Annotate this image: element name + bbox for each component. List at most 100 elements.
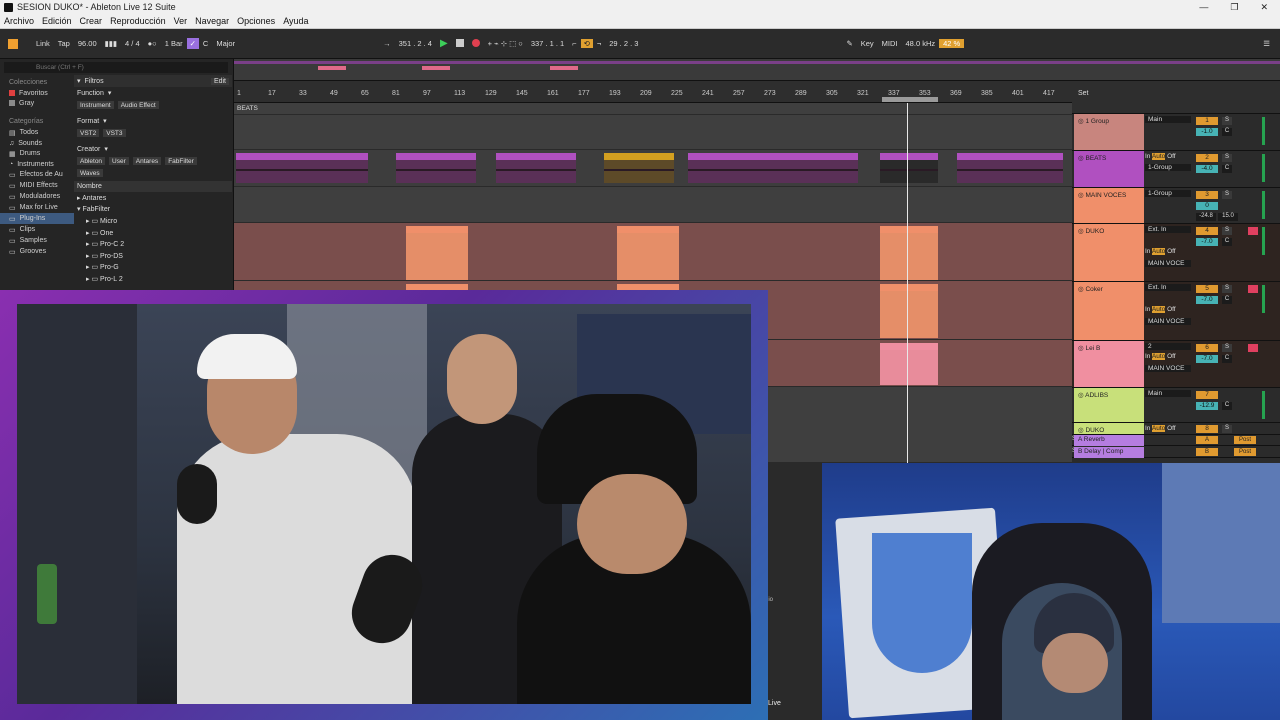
monitor-in[interactable]: In [1145,425,1150,432]
close-button[interactable]: ✕ [1260,2,1268,13]
list-item[interactable]: ▸ ▭ Pro-L 2 [74,273,232,285]
volume-field[interactable]: -4.0 [1196,165,1218,173]
category-plug-ins[interactable]: ▭ Plug-Ins [0,213,74,224]
track-strip[interactable]: ◎ ADLIBS Main 7 -12.9 C [1072,388,1280,423]
solo-button[interactable]: S [1222,154,1232,162]
tempo-field[interactable]: 96.00 [74,39,101,48]
monitor-controls[interactable]: In Auto Off [1145,306,1176,313]
routing-select[interactable]: 1-Group [1145,190,1191,197]
track-name[interactable]: ◎ Coker [1074,282,1144,340]
audio-clip[interactable]: DUKO 2 [617,226,679,280]
menu-edicion[interactable]: Edición [38,16,76,26]
tag-vst3[interactable]: VST3 [103,129,126,137]
creator-filter[interactable]: Creator [77,146,100,153]
volume-field[interactable]: -7.0 [1196,355,1218,363]
metronome-icon[interactable]: ▮▮▮ [101,39,121,48]
monitor-in[interactable]: In [1145,353,1150,360]
audio-clip[interactable]: 4- BOOMBAP is the s [604,153,674,183]
scale-mode-icon[interactable]: ✓ [186,38,199,49]
track-activator[interactable]: 8 [1196,425,1218,433]
set-button[interactable]: Set [1078,90,1089,97]
solo-button[interactable]: S [1222,117,1232,125]
punch-in-icon[interactable]: ⌐ [568,39,580,48]
list-item[interactable]: ▸ ▭ Pro-C 2 [74,238,232,250]
monitor-controls[interactable]: In Auto Off [1145,353,1176,360]
input-select[interactable]: 2 [1145,343,1191,350]
output-select[interactable]: MAIN VOCE [1145,260,1191,267]
category-samples[interactable]: ▭ Samples [0,235,74,246]
monitor-controls[interactable]: In Auto Off [1145,425,1176,432]
category-audio-effects[interactable]: ▭ Efectos de Au [0,169,74,180]
monitor-in[interactable]: In [1145,153,1150,160]
category-instruments[interactable]: ◔ Instruments [0,159,74,169]
list-item[interactable]: ▸ Antares [74,192,232,204]
return-track[interactable]: B Delay | Comp B S Post [1072,447,1280,458]
pan-field[interactable]: C [1222,355,1232,363]
volume-field[interactable]: 0 [1196,202,1218,210]
audio-clip[interactable]: Coker 2 2r 14 [880,284,938,338]
volume-field[interactable]: -7.0 [1196,238,1218,246]
output-select[interactable]: MAIN VOCE [1145,318,1191,325]
list-item[interactable]: ▾ FabFilter [74,204,232,216]
arrangement-overview[interactable] [234,59,1280,81]
solo-button[interactable]: S [1222,425,1232,433]
solo-button[interactable]: S [1222,227,1232,235]
menu-ayuda[interactable]: Ayuda [279,16,312,26]
track-activator[interactable]: 2 [1196,154,1218,162]
category-grooves[interactable]: ▭ Grooves [0,246,74,257]
menu-lines-icon[interactable]: ☰ [1259,39,1274,48]
output-select[interactable]: MAIN VOCE [1145,365,1191,372]
tap-button[interactable]: Tap [54,39,74,48]
return-track[interactable]: A Reverb A S Post [1072,435,1280,446]
track-lane-group-empty[interactable] [234,115,1072,150]
minimize-button[interactable]: — [1199,2,1208,13]
volume-field[interactable]: -12.9 [1196,402,1218,410]
category-max-for-live[interactable]: ▭ Max for Live [0,202,74,213]
input-select[interactable]: Ext. In [1145,284,1191,291]
menu-ver[interactable]: Ver [170,16,192,26]
pan-field[interactable]: C [1222,165,1232,173]
link-button[interactable]: Link [32,39,54,48]
track-activator[interactable]: 6 [1196,344,1218,352]
solo-button[interactable]: S [1222,344,1232,352]
track-name[interactable]: ◎ 1 Group [1074,114,1144,150]
track-strip[interactable]: ◎ Coker Ext. In In Auto Off MAIN VOCE 5 … [1072,282,1280,341]
tag-user[interactable]: User [109,157,129,165]
track-activator[interactable]: 4 [1196,227,1218,235]
audio-clip[interactable]: 7- REVERS DUKO! 120bpm em Fr [957,153,1063,183]
category-drums[interactable]: ▦ Drums [0,148,74,159]
track-activator[interactable]: 3 [1196,191,1218,199]
pan-field[interactable]: C [1222,238,1232,246]
beat-ruler[interactable]: 1 17 33 49 65 81 97 113 129 145 161 177 … [234,81,1072,103]
menu-navegar[interactable]: Navegar [191,16,233,26]
return-activator[interactable]: A [1196,436,1218,444]
category-clips[interactable]: ▭ Clips [0,224,74,235]
list-item[interactable]: ▸ ▭ Pro-G [74,262,232,274]
midi-map-button[interactable]: MIDI [878,39,902,48]
monitor-off[interactable]: Off [1167,425,1176,432]
list-item[interactable]: ▸ ▭ One [74,227,232,239]
tag-fabfilter[interactable]: FabFilter [165,157,197,165]
category-moduladores[interactable]: ▭ Moduladores [0,191,74,202]
format-filter[interactable]: Format [77,118,99,125]
menu-opciones[interactable]: Opciones [233,16,279,26]
play-icon[interactable]: ▶ [436,38,452,49]
record-button[interactable] [468,38,484,49]
track-lane-group[interactable]: BEATS [234,103,1072,115]
menu-archivo[interactable]: Archivo [0,16,38,26]
list-item[interactable]: ▸ ▭ Micro [74,215,232,227]
track-name[interactable]: ◎ ADLIBS [1074,388,1144,422]
input-select[interactable]: Ext. In [1145,226,1191,233]
loop-toggle-icon[interactable]: ⟲ [580,39,593,48]
tag-instrument[interactable]: Instrument [77,101,114,109]
audio-clip[interactable]: DUKO 3 [406,226,468,280]
volume-field[interactable]: -1.0 [1196,128,1218,136]
audio-clip[interactable]: 3- NO ME DEMORES DUK [496,153,576,183]
filters-toggle-icon[interactable]: ▾ [77,77,81,85]
track-strip[interactable]: ◎ BEATS In Auto Off 1-Group 2 -4.0 S C [1072,151,1280,188]
monitor-in[interactable]: In [1145,306,1150,313]
post-button[interactable]: Post [1234,436,1256,444]
audio-clip[interactable]: 5- ALIVE DUKO! 165bpm Em prod. Lei B [688,153,858,183]
solo-button[interactable]: S [1222,285,1232,293]
monitor-off[interactable]: Off [1167,248,1176,255]
